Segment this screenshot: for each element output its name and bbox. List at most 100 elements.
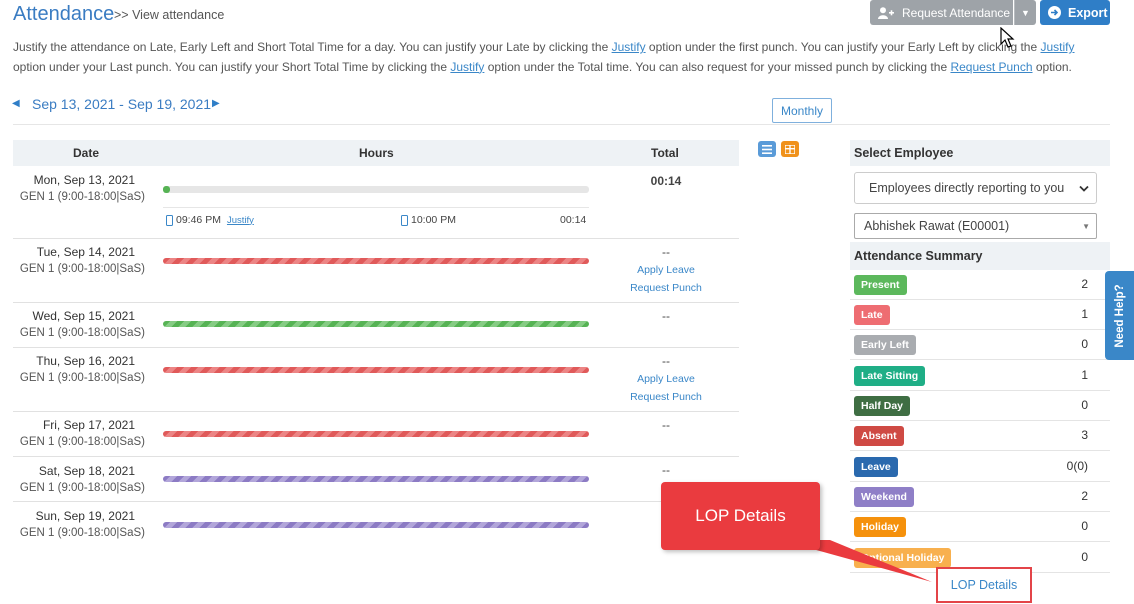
row-total: --: [662, 245, 670, 259]
row-shift: GEN 1 (9:00-18:00|SaS): [19, 482, 145, 494]
summary-row: Weekend 2: [850, 482, 1110, 512]
calendar-view-icon[interactable]: [781, 141, 799, 157]
summary-row: Holiday 0: [850, 512, 1110, 542]
mobile-phone-icon: [401, 214, 408, 226]
summary-count: 2: [1081, 277, 1088, 291]
mobile-phone-icon: [166, 214, 173, 226]
breadcrumb: >> View attendance: [114, 8, 225, 22]
last-punch: 10:00 PM: [401, 214, 456, 226]
apply-leave-link[interactable]: Apply Leave: [611, 264, 721, 276]
request-dropdown-caret-icon[interactable]: ▼: [1014, 0, 1036, 25]
date-column-header: Date: [73, 146, 100, 160]
summary-count: 1: [1081, 368, 1088, 382]
summary-count: 0: [1081, 519, 1088, 533]
summary-row: Half Day 0: [850, 391, 1110, 421]
summary-count: 0: [1081, 337, 1088, 351]
punch-out-time: 10:00 PM: [411, 214, 456, 226]
row-shift: GEN 1 (9:00-18:00|SaS): [19, 372, 145, 384]
row-total: --: [662, 463, 670, 477]
monthly-button[interactable]: Monthly: [772, 98, 832, 123]
total-column-header: Total: [651, 146, 679, 160]
first-punch: 09:46 PM Justify: [166, 214, 254, 226]
row-date: Sat, Sep 18, 2021: [38, 464, 135, 478]
lop-details-callout: LOP Details: [661, 482, 820, 550]
employee-value: Abhishek Rawat (E00001): [864, 219, 1010, 233]
need-help-label: Need Help?: [1113, 283, 1126, 348]
hours-bar-weekend: [163, 476, 589, 482]
row-total: --: [662, 418, 670, 432]
punch-in-time: 09:46 PM: [176, 214, 221, 226]
request-attendance-button[interactable]: Request Attendance: [870, 0, 1013, 25]
week-range: Sep 13, 2021 - Sep 19, 2021: [32, 96, 212, 112]
status-badge: Early Left: [854, 335, 916, 355]
row-total: 00:14: [650, 174, 682, 188]
hours-column-header: Hours: [359, 146, 394, 160]
need-help-tab[interactable]: Need Help?: [1105, 271, 1134, 360]
justify-link[interactable]: Justify: [227, 215, 254, 226]
summary-row: Late 1: [850, 300, 1110, 330]
instructions-text: Justify the attendance on Late, Early Le…: [13, 38, 1103, 77]
row-date: Fri, Sep 17, 2021: [42, 418, 135, 432]
row-date: Mon, Sep 13, 2021: [33, 173, 135, 187]
row-total: --: [662, 354, 670, 368]
caret-down-icon: ▼: [1082, 222, 1090, 231]
status-badge: Absent: [854, 426, 904, 446]
row-date: Tue, Sep 14, 2021: [36, 245, 135, 259]
instructions-part: Justify the attendance on Late, Early Le…: [13, 40, 612, 54]
mouse-cursor-icon: [1000, 27, 1015, 48]
summary-row: Early Left 0: [850, 330, 1110, 360]
summary-count: 2: [1081, 489, 1088, 503]
status-badge: Weekend: [854, 487, 914, 507]
list-view-icon[interactable]: [758, 141, 776, 157]
arrow-right-icon: [1048, 6, 1061, 19]
summary-row: Absent 3: [850, 421, 1110, 451]
request-punch-link[interactable]: Request Punch: [950, 60, 1032, 74]
status-badge: Present: [854, 275, 907, 295]
previous-week-icon[interactable]: ◀: [12, 98, 20, 109]
justify-link-late[interactable]: Justify: [612, 40, 646, 54]
status-badge: Holiday: [854, 517, 906, 537]
summary-count: 0: [1081, 398, 1088, 412]
lop-details-link[interactable]: LOP Details: [936, 567, 1032, 603]
hours-bar-weekend: [163, 522, 589, 528]
page-title: Attendance: [13, 3, 115, 25]
summary-row: Present 2: [850, 270, 1110, 300]
summary-row: Leave 0(0): [850, 452, 1110, 482]
summary-row: Late Sitting 1: [850, 361, 1110, 391]
user-icon: [878, 6, 894, 19]
punch-duration: 00:14: [560, 214, 587, 226]
status-badge: Half Day: [854, 396, 911, 416]
export-button[interactable]: Export: [1040, 0, 1110, 25]
hours-bar-absent: [163, 431, 589, 437]
row-shift: GEN 1 (9:00-18:00|SaS): [19, 191, 145, 203]
summary-count: 1: [1081, 307, 1088, 321]
row-date: Thu, Sep 16, 2021: [36, 354, 135, 368]
request-punch-link[interactable]: Request Punch: [611, 282, 721, 294]
apply-leave-link[interactable]: Apply Leave: [611, 373, 721, 385]
row-total: --: [662, 309, 670, 323]
hours-bar-present: [163, 321, 589, 327]
employee-filter-select[interactable]: Employees directly reporting to you: [854, 172, 1097, 204]
row-date: Sun, Sep 19, 2021: [35, 509, 135, 523]
row-shift: GEN 1 (9:00-18:00|SaS): [19, 263, 145, 275]
hours-bar-track: [163, 186, 589, 193]
employee-filter-value: Employees directly reporting to you: [869, 181, 1065, 195]
instructions-part: option under the first punch. You can ju…: [645, 40, 1041, 54]
justify-link-early[interactable]: Justify: [1041, 40, 1075, 54]
row-date: Wed, Sep 15, 2021: [32, 309, 135, 323]
status-badge: Late: [854, 305, 890, 325]
instructions-part: option under your Last punch. You can ju…: [13, 59, 451, 74]
select-employee-header: Select Employee: [850, 140, 1110, 166]
row-shift: GEN 1 (9:00-18:00|SaS): [19, 527, 145, 539]
next-week-icon[interactable]: ▶: [212, 98, 220, 109]
hours-bar-fill: [163, 186, 170, 193]
divider: [163, 207, 589, 208]
justify-link-total[interactable]: Justify: [450, 60, 484, 74]
attendance-summary-header: Attendance Summary: [850, 242, 1110, 270]
request-attendance-label: Request Attendance: [902, 5, 1011, 20]
request-punch-link[interactable]: Request Punch: [611, 391, 721, 403]
status-badge: Late Sitting: [854, 366, 926, 386]
employee-select[interactable]: Abhishek Rawat (E00001) ▼: [854, 213, 1097, 239]
row-shift: GEN 1 (9:00-18:00|SaS): [19, 327, 145, 339]
instructions-part: option.: [1032, 59, 1072, 74]
